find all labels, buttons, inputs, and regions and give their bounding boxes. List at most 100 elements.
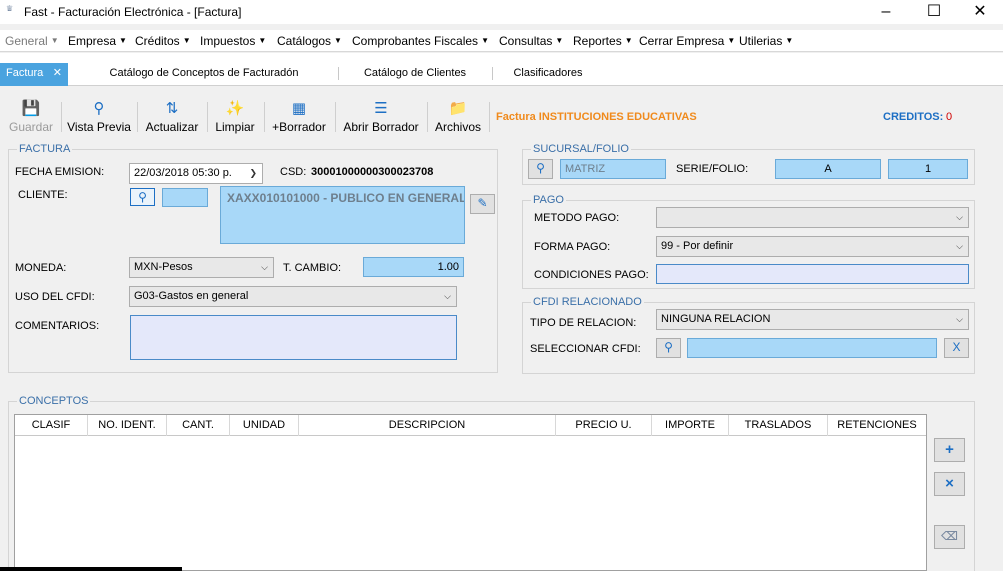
serie-folio-label: SERIE/FOLIO: [676, 163, 749, 175]
menu-reportes[interactable]: Reportes ▼ [573, 34, 633, 48]
close-icon[interactable]: ✕ [957, 0, 1003, 24]
column-header-retenciones[interactable]: RETENCIONES [828, 415, 926, 436]
tipo-relacion-select[interactable]: NINGUNA RELACION ⌵ [656, 309, 969, 330]
menu-impuestos[interactable]: Impuestos ▼ [200, 34, 266, 48]
serie-input[interactable]: A [775, 159, 881, 179]
uso-cfdi-label: USO DEL CFDI: [15, 291, 95, 303]
column-header-unidad[interactable]: UNIDAD [230, 415, 299, 436]
seleccionar-cfdi-label: SELECCIONAR CFDI: [530, 343, 641, 355]
invoice-type-label: Factura INSTITUCIONES EDUCATIVAS [496, 111, 697, 123]
folio-input[interactable]: 1 [888, 159, 968, 179]
column-header-descripcion[interactable]: DESCRIPCION [299, 415, 556, 436]
tipo-relacion-value: NINGUNA RELACION [661, 313, 771, 325]
csd-value: 30001000000300023708 [311, 166, 434, 178]
toolbar: 💾 Guardar ⚲ Vista Previa ⇅ Actualizar ✨ … [0, 94, 1003, 136]
menu-cerrar-empresa[interactable]: Cerrar Empresa ▼ [639, 34, 735, 48]
tab-catalogo-clientes[interactable]: Catálogo de Clientes [352, 63, 478, 86]
cliente-label: CLIENTE: [18, 189, 68, 201]
forma-pago-value: 99 - Por definir [661, 240, 734, 252]
conceptos-grid[interactable]: CLASIF NO. IDENT. CANT. UNIDAD DESCRIPCI… [14, 414, 927, 571]
fecha-emision-picker[interactable]: 22/03/2018 05:30 p. ❯ [129, 163, 263, 184]
menu-bar: General ▼ Empresa ▼ Créditos ▼ Impuestos ▼ C… [0, 30, 1003, 52]
open-draft-button[interactable]: ☰ Abrir Borrador [340, 94, 422, 136]
menu-utilerias[interactable]: Utilerias ▼ [739, 34, 793, 48]
search-branch-button[interactable]: ⚲ [528, 159, 553, 179]
metodo-pago-label: METODO PAGO: [534, 212, 620, 224]
preview-button[interactable]: ⚲ Vista Previa [66, 94, 132, 136]
seleccionar-cfdi-input[interactable] [687, 338, 937, 358]
uso-cfdi-select[interactable]: G03-Gastos en general ⌵ [129, 286, 457, 307]
toolbar-separator [335, 102, 336, 132]
comentarios-textarea[interactable] [130, 315, 457, 360]
search-icon: ⚲ [138, 190, 147, 204]
save-button[interactable]: 💾 Guardar [6, 94, 56, 136]
menu-creditos[interactable]: Créditos ▼ [135, 34, 191, 48]
preview-icon: ⚲ [93, 100, 105, 117]
search-client-button[interactable]: ⚲ [130, 188, 155, 206]
chevron-down-icon: ⌵ [444, 291, 451, 301]
add-draft-button[interactable]: ▦ +Borrador [268, 94, 330, 136]
remove-concept-button[interactable]: × [934, 472, 965, 496]
add-draft-button-label: +Borrador [272, 120, 326, 134]
menu-comprobantes[interactable]: Comprobantes Fiscales ▼ [352, 34, 489, 48]
condiciones-pago-input[interactable] [656, 264, 969, 284]
minimize-icon[interactable]: – [863, 0, 909, 24]
metodo-pago-select[interactable]: ⌵ [656, 207, 969, 228]
toolbar-separator [489, 102, 490, 132]
plus-icon: + [945, 441, 954, 458]
add-concept-button[interactable]: + [934, 438, 965, 462]
eraser-icon: ⌫ [941, 529, 958, 543]
chevron-down-icon: ⌵ [956, 212, 963, 222]
tab-strip: Factura ✕ Catálogo de Conceptos de Factu… [0, 53, 1003, 86]
tab-catalogo-conceptos[interactable]: Catálogo de Conceptos de Facturadón [98, 63, 310, 86]
window-title: Fast - Facturación Electrónica - [Factur… [24, 5, 242, 19]
tipo-cambio-input[interactable]: 1.00 [363, 257, 464, 277]
client-code-input[interactable] [162, 188, 208, 207]
clear-cfdi-button[interactable]: X [944, 338, 969, 358]
factura-legend: FACTURA [17, 143, 73, 155]
bottom-edge [0, 567, 182, 571]
condiciones-pago-label: CONDICIONES PAGO: [534, 269, 649, 281]
refresh-button[interactable]: ⇅ Actualizar [142, 94, 202, 136]
column-header-clasif[interactable]: CLASIF [15, 415, 88, 436]
menu-general[interactable]: General ▼ [5, 34, 59, 48]
chevron-down-icon: ❯ [249, 168, 257, 178]
search-cfdi-button[interactable]: ⚲ [656, 338, 681, 358]
tab-separator [492, 67, 493, 80]
menu-catalogos[interactable]: Catálogos ▼ [277, 34, 342, 48]
maximize-icon[interactable]: ☐ [911, 0, 957, 24]
tab-factura[interactable]: Factura ✕ [0, 63, 68, 86]
column-header-precio[interactable]: PRECIO U. [556, 415, 652, 436]
column-header-no-ident[interactable]: NO. IDENT. [88, 415, 167, 436]
chevron-down-icon: ⌵ [956, 314, 963, 324]
chevron-down-icon: ⌵ [261, 262, 268, 272]
close-tab-icon[interactable]: ✕ [53, 63, 62, 83]
menu-consultas[interactable]: Consultas ▼ [499, 34, 563, 48]
draft-add-icon: ▦ [291, 100, 307, 117]
edit-client-button[interactable]: ✎ [470, 194, 495, 214]
moneda-value: MXN-Pesos [134, 261, 193, 273]
pencil-icon: ✎ [477, 196, 488, 210]
conceptos-legend: CONCEPTOS [17, 395, 91, 407]
toolbar-separator [61, 102, 62, 132]
tab-clasificadores[interactable]: Clasificadores [504, 63, 592, 86]
refresh-button-label: Actualizar [145, 120, 199, 134]
toolbar-separator [137, 102, 138, 132]
fecha-emision-label: FECHA EMISION: [15, 166, 105, 178]
erase-concept-button[interactable]: ⌫ [934, 525, 965, 549]
clear-button[interactable]: ✨ Limpiar [211, 94, 259, 136]
sucursal-input[interactable]: MATRIZ [560, 159, 666, 179]
column-header-traslados[interactable]: TRASLADOS [729, 415, 828, 436]
comentarios-label: COMENTARIOS: [15, 320, 100, 332]
tab-catalogo-clientes-label: Catálogo de Clientes [363, 67, 467, 79]
files-button[interactable]: 📁 Archivos [432, 94, 484, 136]
app-logo-icon: ♕ [6, 4, 14, 13]
save-icon: 💾 [21, 100, 41, 117]
menu-empresa[interactable]: Empresa ▼ [68, 34, 127, 48]
tipo-relacion-label: TIPO DE RELACION: [530, 317, 637, 329]
moneda-select[interactable]: MXN-Pesos ⌵ [129, 257, 274, 278]
column-header-cant[interactable]: CANT. [167, 415, 230, 436]
fecha-emision-value: 22/03/2018 05:30 p. [134, 167, 232, 179]
forma-pago-select[interactable]: 99 - Por definir ⌵ [656, 236, 969, 257]
column-header-importe[interactable]: IMPORTE [652, 415, 729, 436]
